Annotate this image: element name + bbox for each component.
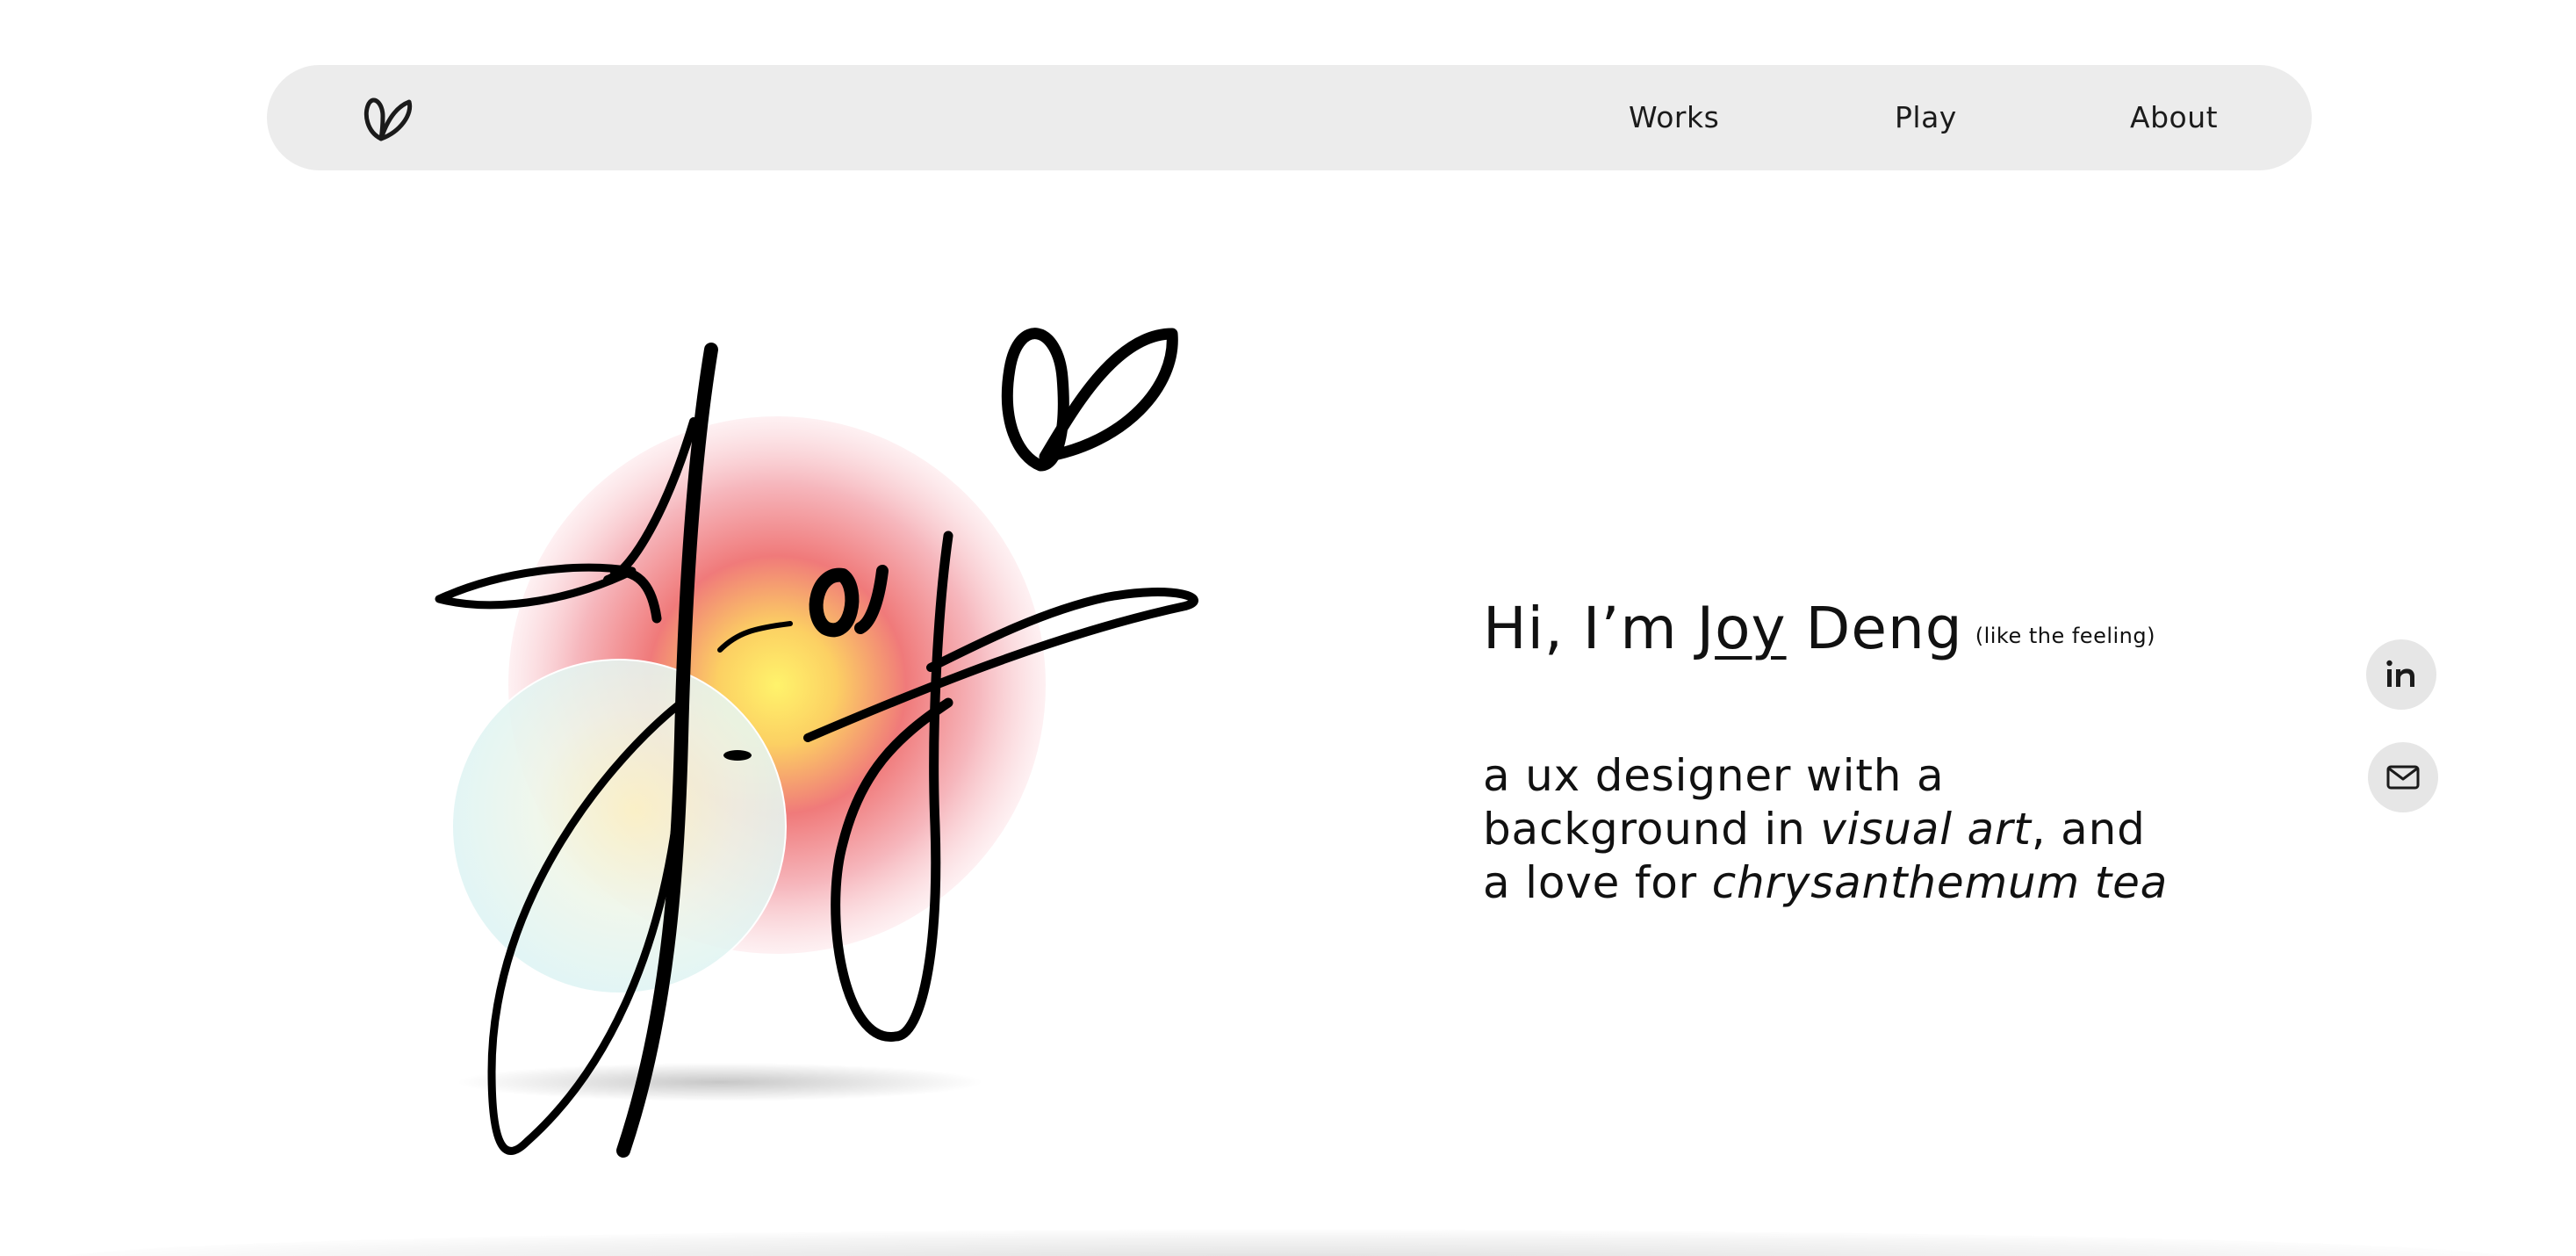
nav-about-link[interactable]: About	[2130, 65, 2218, 170]
name-last: Deng	[1786, 595, 1963, 662]
top-navbar: Works Play About	[267, 65, 2312, 170]
linkedin-button[interactable]	[2366, 639, 2436, 710]
mail-button[interactable]	[2368, 742, 2438, 812]
bio-emphasis-visual-art: visual art	[1820, 804, 2032, 855]
bio-emphasis-tea: chrysanthemum tea	[1711, 857, 2169, 909]
nav-works-link[interactable]: Works	[1629, 65, 1719, 170]
greeting-heading: Hi, I’m Joy Deng (like the feeling)	[1483, 594, 2273, 663]
next-section-shadow	[53, 1230, 2523, 1256]
page: Works Play About Hi, I’m Joy Deng (like …	[0, 0, 2576, 1256]
leaf-heart-logo-icon[interactable]	[355, 91, 420, 144]
nav-play-link[interactable]: Play	[1895, 65, 1957, 170]
bio-text: a ux designer with a background in visua…	[1483, 749, 2185, 910]
linkedin-icon	[2386, 660, 2414, 687]
signature-artwork	[404, 281, 1282, 1159]
greeting-prefix: Hi, I’m	[1483, 595, 1697, 662]
name-underlined: oy	[1715, 595, 1787, 662]
name-first-start: J	[1696, 595, 1716, 662]
hero-text: Hi, I’m Joy Deng (like the feeling) a ux …	[1483, 594, 2273, 910]
mail-icon	[2386, 765, 2420, 790]
name-aside: (like the feeling)	[1975, 623, 2155, 648]
